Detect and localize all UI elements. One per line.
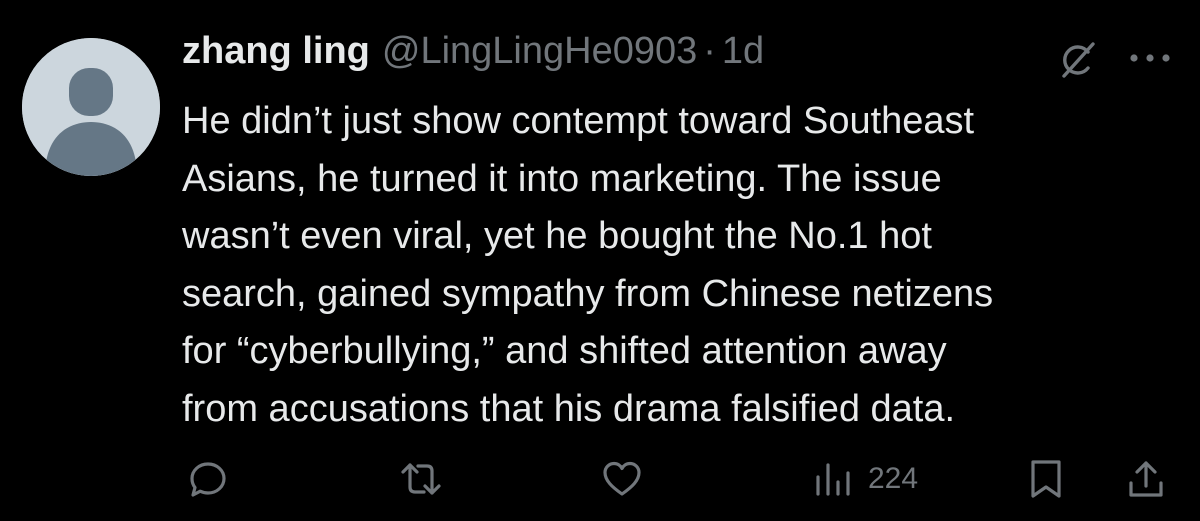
tweet-text-line: wasn’t even viral, yet he bought the No.… [182, 215, 932, 257]
retweet-button[interactable] [398, 457, 444, 501]
tweet-text-line: search, gained sympathy from Chinese net… [182, 272, 994, 315]
views-button[interactable]: 224 [812, 457, 918, 501]
default-profile-icon [22, 38, 160, 176]
like-icon [603, 461, 641, 496]
views-count: 224 [868, 462, 919, 495]
bookmark-icon [1031, 460, 1061, 498]
tweet-text-line: He didn’t just show contempt toward Sout… [182, 100, 975, 142]
bookmark-button[interactable] [1026, 457, 1066, 501]
tweet-text-line: for “cyberbullying,” and shifted attenti… [182, 330, 947, 372]
avatar[interactable] [22, 38, 160, 176]
tweet-timestamp[interactable]: 1d [722, 30, 764, 73]
share-icon [1129, 461, 1163, 497]
author-handle[interactable]: @LingLingHe0903 [382, 30, 697, 73]
tweet-text: He didn’t just show contempt toward Sout… [182, 93, 1172, 438]
more-icon[interactable] [1126, 50, 1174, 66]
tweet-text-line: from accusations that his drama falsifie… [182, 387, 956, 430]
reply-icon [190, 462, 226, 497]
tweet-header: zhang ling @LingLingHe0903 · 1d [182, 30, 764, 90]
share-button[interactable] [1124, 457, 1168, 501]
tweet[interactable]: zhang ling @LingLingHe0903 · 1d He didn’… [0, 0, 1200, 521]
retweet-icon [401, 463, 441, 495]
separator-dot: · [703, 30, 716, 72]
author-display-name[interactable]: zhang ling [182, 30, 370, 73]
grok-icon[interactable] [1055, 38, 1099, 82]
tweet-text-line: Asians, he turned it into marketing. The… [182, 157, 942, 200]
like-button[interactable] [600, 457, 644, 501]
views-icon [816, 463, 850, 496]
reply-button[interactable] [186, 457, 230, 501]
